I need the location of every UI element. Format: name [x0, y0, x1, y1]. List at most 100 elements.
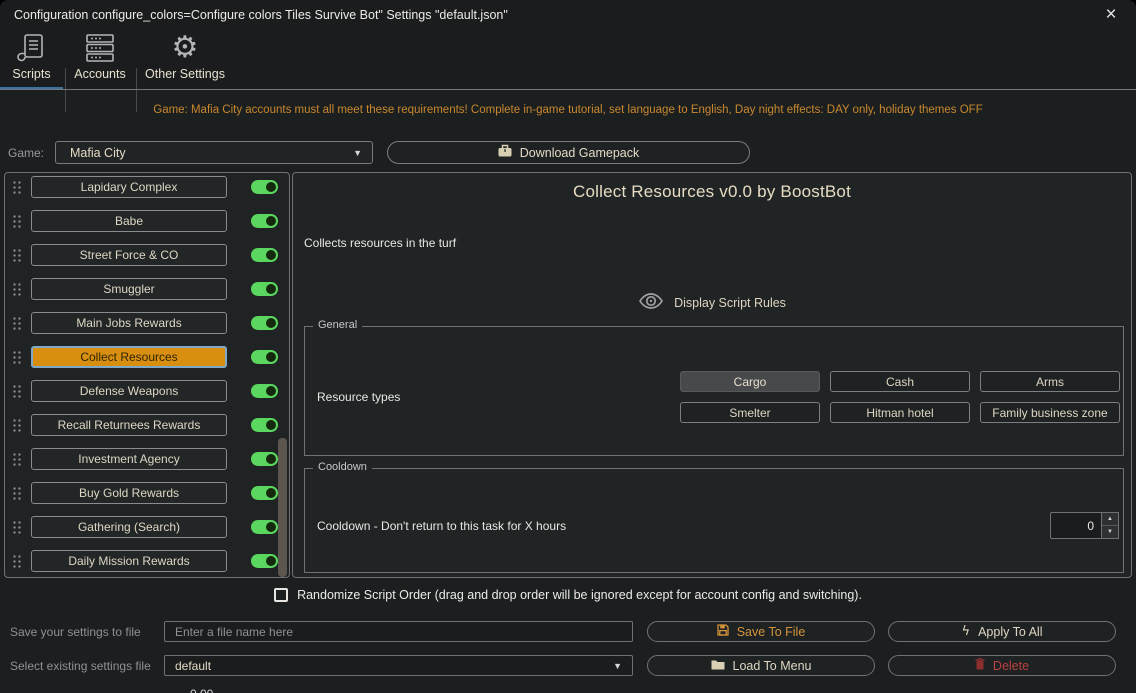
settings-file-dropdown[interactable]: default ▼ — [164, 655, 633, 676]
server-stack-icon — [84, 30, 116, 66]
script-list-row: Street Force & CO — [5, 244, 289, 266]
drag-handle-icon[interactable] — [12, 520, 21, 534]
resource-type-button[interactable]: Family business zone — [980, 402, 1120, 423]
stepper-down-button[interactable]: ▼ — [1102, 526, 1118, 538]
tab-scripts[interactable]: Scripts — [0, 30, 63, 90]
script-description: Collects resources in the turf — [304, 236, 456, 250]
script-enabled-toggle[interactable] — [251, 248, 278, 262]
drag-handle-icon[interactable] — [12, 248, 21, 262]
load-to-menu-label: Load To Menu — [733, 659, 812, 673]
randomize-checkbox[interactable] — [274, 588, 288, 602]
save-to-file-label: Save To File — [737, 625, 806, 639]
script-enabled-toggle[interactable] — [251, 520, 278, 534]
eye-icon — [638, 290, 664, 317]
toggle-knob — [266, 284, 276, 294]
cooldown-label: Cooldown - Don't return to this task for… — [317, 519, 566, 533]
script-button[interactable]: Buy Gold Rewards — [31, 482, 227, 504]
scroll-icon — [17, 30, 47, 66]
script-button[interactable]: Investment Agency — [31, 448, 227, 470]
script-enabled-toggle[interactable] — [251, 554, 278, 568]
script-enabled-toggle[interactable] — [251, 452, 278, 466]
save-settings-label: Save your settings to file — [10, 625, 141, 639]
file-name-input[interactable] — [164, 621, 633, 642]
floppy-disk-icon — [717, 624, 729, 639]
script-button[interactable]: Street Force & CO — [31, 244, 227, 266]
stepper-up-button[interactable]: ▲ — [1102, 513, 1118, 526]
script-button[interactable]: Gathering (Search) — [31, 516, 227, 538]
script-enabled-toggle[interactable] — [251, 384, 278, 398]
settings-file-value: default — [175, 659, 211, 673]
script-title: Collect Resources v0.0 by BoostBot — [293, 182, 1131, 202]
package-icon — [498, 144, 512, 162]
drag-handle-icon[interactable] — [12, 418, 21, 432]
load-to-menu-button[interactable]: Load To Menu — [647, 655, 875, 676]
resource-type-button[interactable]: Arms — [980, 371, 1120, 392]
resource-type-button[interactable]: Smelter — [680, 402, 820, 423]
script-enabled-toggle[interactable] — [251, 316, 278, 330]
script-list-row: Main Jobs Rewards — [5, 312, 289, 334]
script-button[interactable]: Recall Returnees Rewards — [31, 414, 227, 436]
cooldown-stepper: ▲ ▼ — [1102, 512, 1119, 539]
script-list-row: Recall Returnees Rewards — [5, 414, 289, 436]
script-button[interactable]: Main Jobs Rewards — [31, 312, 227, 334]
download-gamepack-button[interactable]: Download Gamepack — [387, 141, 750, 164]
script-enabled-toggle[interactable] — [251, 180, 278, 194]
script-list-row: Buy Gold Rewards — [5, 482, 289, 504]
resource-type-button[interactable]: Cash — [830, 371, 970, 392]
drag-handle-icon[interactable] — [12, 486, 21, 500]
folder-icon — [711, 659, 725, 673]
download-gamepack-label: Download Gamepack — [520, 146, 640, 160]
script-list-row: Babe — [5, 210, 289, 232]
script-button[interactable]: Collect Resources — [31, 346, 227, 368]
drag-handle-icon[interactable] — [12, 452, 21, 466]
script-enabled-toggle[interactable] — [251, 418, 278, 432]
display-script-rules[interactable]: Display Script Rules — [293, 290, 1131, 316]
close-icon: × — [1105, 4, 1116, 26]
toggle-knob — [266, 216, 276, 226]
drag-handle-icon[interactable] — [12, 282, 21, 296]
close-button[interactable]: × — [1096, 2, 1126, 28]
cooldown-legend: Cooldown — [313, 461, 372, 473]
tabbar-divider — [0, 89, 1136, 90]
script-enabled-toggle[interactable] — [251, 350, 278, 364]
drag-handle-icon[interactable] — [12, 316, 21, 330]
script-list-row: Collect Resources — [5, 346, 289, 368]
apply-to-all-button[interactable]: ϟ Apply To All — [888, 621, 1116, 642]
drag-handle-icon[interactable] — [12, 214, 21, 228]
chevron-down-icon: ▼ — [613, 661, 622, 671]
toggle-knob — [266, 182, 276, 192]
script-button[interactable]: Defense Weapons — [31, 380, 227, 402]
script-enabled-toggle[interactable] — [251, 282, 278, 296]
general-legend: General — [313, 319, 362, 331]
tab-other-settings[interactable]: ⚙ Other Settings — [140, 30, 230, 90]
requirements-warning: Game: Mafia City accounts must all meet … — [0, 104, 1136, 116]
script-button[interactable]: Lapidary Complex — [31, 176, 227, 198]
drag-handle-icon[interactable] — [12, 554, 21, 568]
randomize-label: Randomize Script Order (drag and drop or… — [297, 588, 862, 602]
toggle-knob — [266, 454, 276, 464]
tab-bar: Scripts Accounts ⚙ — [0, 30, 1136, 90]
drag-handle-icon[interactable] — [12, 350, 21, 364]
drag-handle-icon[interactable] — [12, 180, 21, 194]
script-button[interactable]: Daily Mission Rewards — [31, 550, 227, 572]
drag-handle-icon[interactable] — [12, 384, 21, 398]
script-button[interactable]: Babe — [31, 210, 227, 232]
script-list-row: Lapidary Complex — [5, 176, 289, 198]
script-enabled-toggle[interactable] — [251, 486, 278, 500]
resource-type-button[interactable]: Hitman hotel — [830, 402, 970, 423]
script-list-row: Investment Agency — [5, 448, 289, 470]
game-dropdown[interactable]: Mafia City ▼ — [55, 141, 373, 164]
save-to-file-button[interactable]: Save To File — [647, 621, 875, 642]
script-enabled-toggle[interactable] — [251, 214, 278, 228]
scripts-list-panel: Lapidary Complex Babe Street Force & CO … — [4, 172, 290, 578]
randomize-row: Randomize Script Order (drag and drop or… — [0, 585, 1136, 605]
toggle-knob — [266, 522, 276, 532]
scrollbar-thumb[interactable] — [278, 438, 287, 577]
resource-type-button[interactable]: Cargo — [680, 371, 820, 392]
delete-button[interactable]: Delete — [888, 655, 1116, 676]
resource-types-label: Resource types — [317, 390, 400, 404]
cooldown-hours-input[interactable] — [1050, 512, 1102, 539]
script-button[interactable]: Smuggler — [31, 278, 227, 300]
script-list-row: Defense Weapons — [5, 380, 289, 402]
tab-accounts[interactable]: Accounts — [67, 30, 133, 90]
